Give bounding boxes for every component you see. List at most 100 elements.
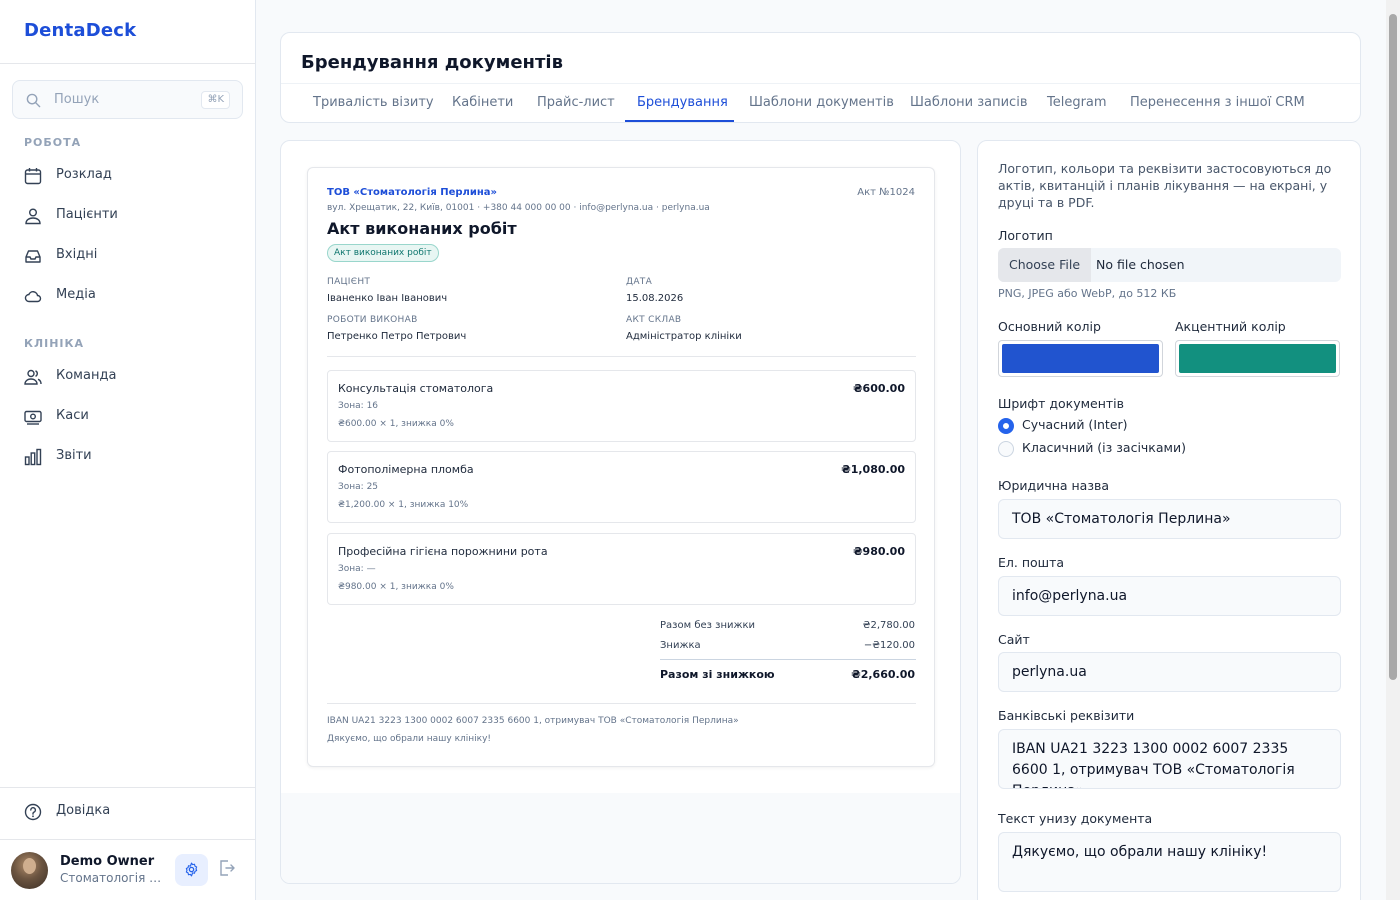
doc-line-item: Фотополімерна пломба ₴1,080.00 Зона: 25 … [327,451,916,523]
inbox-icon [25,250,41,263]
chart-icon [24,448,42,466]
sidebar-item-media[interactable]: Медіа [12,278,244,314]
item-name: Професійна гігієна порожнини рота [338,545,548,558]
tab-rooms[interactable]: Кабінети [452,95,513,110]
sidebar-item-label: Вхідні [56,247,98,262]
sidebar-item-schedule[interactable]: Розклад [12,158,244,194]
doc-line-item: Консультація стоматолога ₴600.00 Зона: 1… [327,370,916,442]
tab-telegram[interactable]: Telegram [1047,95,1107,110]
item-zone: Зона: 16 [338,401,379,411]
doc-total: ₴2,660.00 [851,668,915,681]
divider [327,356,916,357]
section-label-clinic: КЛІНІКА [24,337,85,350]
doc-company: ТОВ «Стоматологія Перлина» [327,187,497,198]
divider [327,703,916,704]
font-option-modern[interactable]: Сучасний (Inter) [1022,417,1128,432]
tab-document-templates[interactable]: Шаблони документів [749,95,894,110]
font-radio-classic[interactable] [998,441,1014,457]
doc-patient-label: ПАЦІЄНТ [327,277,371,287]
users-icon [25,208,41,225]
logo-file-input[interactable]: Choose File No file chosen [998,248,1341,282]
choose-file-button[interactable]: Choose File [998,248,1091,282]
tab-record-templates[interactable]: Шаблони записів [910,95,1027,110]
sidebar-item-inbox[interactable]: Вхідні [12,238,244,274]
item-zone: Зона: 25 [338,482,379,492]
settings-button[interactable] [175,854,208,886]
tab-branding[interactable]: Брендування [637,95,728,110]
brand-logo[interactable]: DentaDeck [24,20,136,41]
doc-total-label: Разом зі знижкою [660,668,775,681]
gear-icon [185,862,198,877]
item-price: ₴600.00 [853,382,905,395]
logout-icon [220,860,235,876]
item-calc: ₴1,200.00 × 1, знижка 10% [338,500,469,510]
tab-crm-import[interactable]: Перенесення з іншої CRM [1130,95,1305,110]
cash-icon [24,410,42,425]
page-title: Брендування документів [301,52,563,73]
bank-details-field[interactable]: IBAN UA21 3223 1300 0002 6007 2335 6600 … [998,729,1341,789]
sidebar-item-team[interactable]: Команда [12,359,244,395]
divider [0,787,256,788]
doc-footer-bank: IBAN UA21 3223 1300 0002 6007 2335 6600 … [327,716,739,726]
page-scrollbar[interactable] [1386,0,1400,900]
doc-badge: Акт виконаних робіт [327,244,439,262]
primary-color-label: Основний колір [998,319,1101,334]
doc-subtotal-label: Разом без знижки [660,620,756,631]
email-field[interactable]: info@perlyna.ua [998,576,1341,616]
sidebar-item-label: Звіти [56,448,92,463]
item-calc: ₴600.00 × 1, знижка 0% [338,419,454,429]
avatar[interactable] [11,852,48,889]
accent-color-label: Акцентний колір [1175,319,1286,334]
doc-act-number: Акт №1024 [857,187,915,198]
search-placeholder: Пошук [54,92,100,107]
font-label: Шрифт документів [998,396,1125,411]
logo-label: Логотип [998,228,1053,243]
item-calc: ₴980.00 × 1, знижка 0% [338,582,454,592]
doc-discount-label: Знижка [660,640,701,651]
tab-visit-duration[interactable]: Тривалість візиту [313,95,434,110]
preview-background [281,793,960,883]
search-input[interactable]: Пошук ⌘K [12,80,243,119]
cloud-icon [24,291,42,303]
sidebar-item-label: Команда [56,368,117,383]
user-clinic: Стоматологія Перлина [60,871,164,885]
file-status: No file chosen [1096,257,1185,272]
legal-name-field[interactable]: ТОВ «Стоматологія Перлина» [998,499,1341,539]
sidebar-item-cash[interactable]: Каси [12,399,244,435]
accent-color-picker[interactable] [1175,340,1340,377]
divider [281,83,1360,84]
logout-button[interactable] [218,859,238,879]
sidebar-item-label: Пацієнти [56,207,118,222]
doc-subtotal: ₴2,780.00 [862,620,915,631]
primary-color-swatch [1002,344,1159,373]
doc-patient: Іваненко Іван Іванович [327,293,448,304]
sidebar-item-label: Каси [56,408,89,423]
font-radio-modern[interactable] [998,418,1014,434]
tab-price-list[interactable]: Прайс-лист [537,95,615,110]
sidebar: DentaDeck Пошук ⌘K РОБОТА Розклад Пацієн… [0,0,256,900]
item-price: ₴1,080.00 [841,463,905,476]
doc-date: 15.08.2026 [626,293,684,304]
sidebar-item-reports[interactable]: Звіти [12,439,244,475]
document-preview: ТОВ «Стоматологія Перлина» Акт №1024 вул… [307,167,935,767]
footer-text-field[interactable]: Дякуємо, що обрали нашу клініку! [998,832,1341,892]
sidebar-item-patients[interactable]: Пацієнти [12,198,244,234]
font-option-classic[interactable]: Класичний (із засічками) [1022,440,1186,455]
branding-settings-panel: Логотип, кольори та реквізити застосовую… [977,140,1361,900]
active-tab-indicator [625,120,734,122]
calendar-icon [24,168,42,185]
logo-hint: PNG, JPEG або WebP, до 512 КБ [998,287,1177,300]
sidebar-item-help[interactable]: Довідка [12,794,244,830]
site-field[interactable]: perlyna.ua [998,652,1341,692]
doc-performer-label: РОБОТИ ВИКОНАВ [327,315,418,325]
sidebar-item-label: Довідка [56,803,111,818]
divider [0,63,256,64]
scrollbar-thumb[interactable] [1389,14,1397,680]
sidebar-item-label: Медіа [56,287,96,302]
item-name: Консультація стоматолога [338,382,494,395]
item-zone: Зона: — [338,564,376,574]
divider [0,839,256,840]
site-label: Сайт [998,632,1030,647]
sidebar-item-label: Розклад [56,167,112,182]
primary-color-picker[interactable] [998,340,1163,377]
